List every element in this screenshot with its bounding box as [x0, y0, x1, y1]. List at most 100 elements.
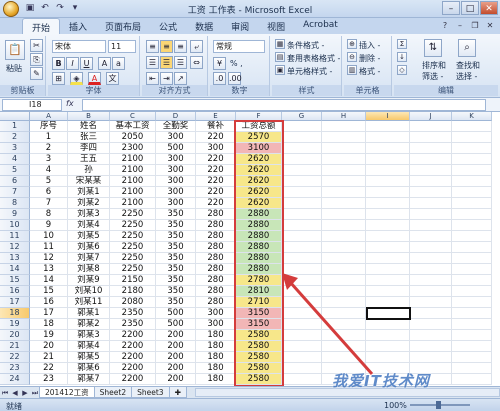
name-box[interactable]: I18 [2, 99, 62, 111]
prev-sheet-icon[interactable]: ◀ [10, 388, 20, 398]
ribbon-tabs: 开始 插入 页面布局 公式 数据 审阅 视图 Acrobat ? – ❐ ✕ [0, 18, 500, 34]
title-bar: ▣ ↶ ↷ ▾ 工资 工作表 - Microsoft Excel – □ ✕ [0, 0, 500, 18]
decrease-indent-icon[interactable]: ⇤ [146, 72, 159, 85]
clipboard-group-label: 剪贴板 [0, 85, 45, 96]
currency-icon[interactable]: ¥ [213, 57, 226, 70]
tab-home[interactable]: 开始 [22, 18, 61, 34]
minimize-button[interactable]: – [442, 1, 460, 15]
italic-icon[interactable]: I [66, 57, 79, 70]
format-cells-icon[interactable]: ▥ [347, 65, 357, 75]
bold-icon[interactable]: B [52, 57, 65, 70]
formula-input[interactable] [82, 99, 486, 111]
sheet-tab-sheet3[interactable]: Sheet3 [131, 387, 170, 398]
increase-decimal-icon[interactable]: .0 [213, 72, 226, 85]
tab-acrobat[interactable]: Acrobat [294, 18, 347, 34]
tab-page-layout[interactable]: 页面布局 [96, 18, 150, 34]
find-select-icon[interactable]: ⌕ [458, 39, 476, 57]
next-sheet-icon[interactable]: ▶ [20, 388, 30, 398]
decrease-decimal-icon[interactable]: .00 [228, 72, 242, 85]
group-editing: Σ ↓ ◇ ⇅ 排序和 筛选 - ⌕ 查找和 选择 - 编辑 [394, 36, 498, 96]
annotation-arrow [282, 273, 374, 375]
tab-view[interactable]: 视图 [258, 18, 294, 34]
align-right-icon[interactable]: ☰ [174, 56, 187, 69]
paste-icon[interactable]: 📋 [5, 40, 25, 60]
sort-label[interactable]: 排序和 [422, 60, 446, 71]
fill-color-icon[interactable]: ◈ [70, 72, 83, 85]
conditional-format-icon[interactable]: ▦ [275, 39, 285, 49]
group-number: 常规 ¥ % , .0 .00 数字 [210, 36, 270, 96]
zoom-slider-handle[interactable] [436, 401, 441, 409]
font-color-icon[interactable]: A [88, 72, 101, 85]
tab-formulas[interactable]: 公式 [150, 18, 186, 34]
fill-icon[interactable]: ↓ [397, 52, 407, 62]
orientation-icon[interactable]: ↗ [174, 72, 187, 85]
merge-center-icon[interactable]: ⇔ [190, 56, 203, 69]
cell-styles-icon[interactable]: ▣ [275, 65, 285, 75]
ribbon-minimize-icon[interactable]: – [454, 20, 466, 32]
font-size-select[interactable]: 11 [108, 40, 136, 53]
phonetic-icon[interactable]: 文 [106, 72, 119, 85]
insert-cells-icon[interactable]: ⊕ [347, 39, 357, 49]
align-left-icon[interactable]: ☰ [146, 56, 159, 69]
format-table-icon[interactable]: ▤ [275, 52, 285, 62]
styles-group-label: 样式 [272, 85, 341, 96]
format-as-table-button[interactable]: 套用表格格式 - [287, 53, 340, 64]
autosum-icon[interactable]: Σ [397, 39, 407, 49]
group-styles: ▦ 条件格式 - ▤ 套用表格格式 - ▣ 单元格样式 - 样式 [272, 36, 342, 96]
cells-group-label: 单元格 [344, 85, 391, 96]
font-name-select[interactable]: 宋体 [52, 40, 106, 53]
find-label[interactable]: 查找和 [456, 60, 480, 71]
conditional-format-button[interactable]: 条件格式 - [287, 40, 324, 51]
delete-cells-icon[interactable]: ⊖ [347, 52, 357, 62]
filter-label[interactable]: 筛选 - [422, 71, 443, 82]
borders-icon[interactable]: ⊞ [52, 72, 65, 85]
ribbon: 📋 粘贴 ✂ ⎘ ✎ 剪贴板 宋体 11 B I U A a ⊞ ◈ A 文 字… [0, 34, 500, 98]
wrap-text-icon[interactable]: ⤶ [190, 40, 203, 53]
font-group-label: 字体 [48, 85, 139, 96]
tab-review[interactable]: 审阅 [222, 18, 258, 34]
align-center-icon[interactable]: ☰ [160, 56, 173, 69]
first-sheet-icon[interactable]: ⏮ [0, 388, 10, 398]
window-title: 工资 工作表 - Microsoft Excel [187, 6, 313, 16]
align-middle-icon[interactable]: ≡ [160, 40, 173, 53]
fx-icon[interactable]: fx [66, 99, 74, 108]
new-sheet-icon[interactable]: ✚ [168, 387, 187, 398]
sheet-tab-sheet2[interactable]: Sheet2 [93, 387, 133, 398]
tab-data[interactable]: 数据 [186, 18, 222, 34]
select-label[interactable]: 选择 - [456, 71, 477, 82]
align-bottom-icon[interactable]: ≡ [174, 40, 187, 53]
align-top-icon[interactable]: ≡ [146, 40, 159, 53]
copy-icon[interactable]: ⎘ [30, 53, 43, 66]
sheet-tab-201412[interactable]: 201412工资 [39, 387, 95, 398]
ribbon-restore-icon[interactable]: ❐ [469, 20, 481, 32]
sort-filter-icon[interactable]: ⇅ [424, 39, 442, 57]
alignment-group-label: 对齐方式 [142, 85, 207, 96]
percent-comma-label[interactable]: % , [230, 59, 243, 68]
close-button[interactable]: ✕ [480, 1, 498, 15]
cell-styles-button[interactable]: 单元格样式 - [287, 66, 332, 77]
ribbon-help-controls: ? – ❐ ✕ [439, 20, 496, 32]
clear-icon[interactable]: ◇ [397, 65, 407, 75]
underline-icon[interactable]: U [80, 57, 93, 70]
worksheet-grid[interactable]: A B C D E F G H I J K 1 序号 姓名 基本工资 全勤奖 餐补 工资总额 2 1 张三 2050 300… [0, 112, 500, 386]
editing-group-label: 编辑 [394, 85, 498, 96]
number-format-select[interactable]: 常规 [213, 40, 265, 53]
grow-font-icon[interactable]: A [98, 57, 111, 70]
status-text: 就绪 [6, 402, 22, 411]
formula-bar: I18 fx [0, 98, 500, 112]
cut-icon[interactable]: ✂ [30, 39, 43, 52]
tab-insert[interactable]: 插入 [60, 18, 96, 34]
number-group-label: 数字 [210, 85, 269, 96]
format-painter-icon[interactable]: ✎ [30, 67, 43, 80]
delete-button[interactable]: 删除 - [359, 53, 380, 64]
shrink-font-icon[interactable]: a [112, 57, 125, 70]
ribbon-close-icon[interactable]: ✕ [484, 20, 496, 32]
zoom-level[interactable]: 100% [384, 401, 407, 410]
group-clipboard: 📋 粘贴 ✂ ⎘ ✎ 剪贴板 [0, 36, 46, 96]
status-bar: 就绪 100% [0, 398, 500, 411]
help-icon[interactable]: ? [439, 20, 451, 32]
increase-indent-icon[interactable]: ⇥ [160, 72, 173, 85]
maximize-button[interactable]: □ [461, 1, 479, 15]
insert-button[interactable]: 插入 - [359, 40, 380, 51]
format-button[interactable]: 格式 - [359, 66, 380, 77]
